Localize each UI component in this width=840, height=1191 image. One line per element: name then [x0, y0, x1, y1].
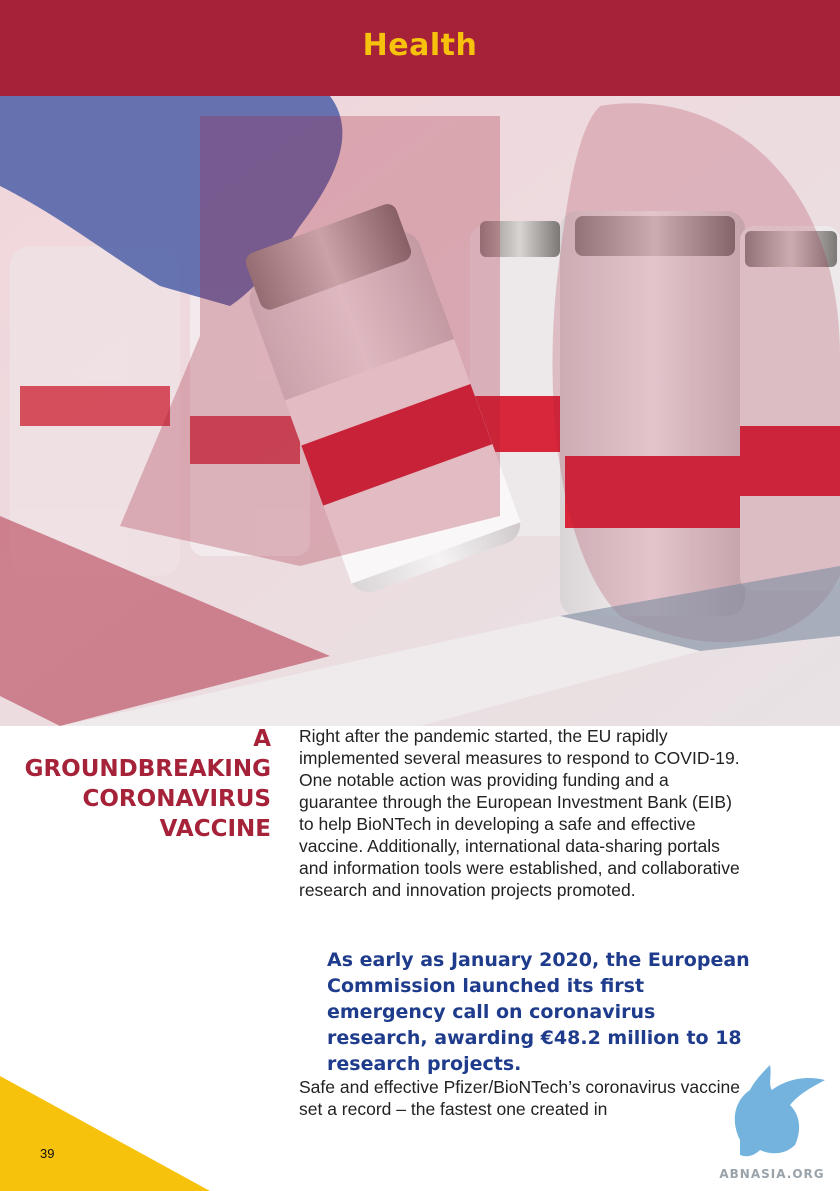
heading-line: GROUNDBREAKING [24, 756, 271, 782]
pull-quote: As early as January 2020, the European C… [327, 949, 750, 1075]
article-heading: A GROUNDBREAKING CORONAVIRUS VACCINE [10, 724, 271, 844]
page-header: Health [0, 0, 840, 96]
heading-line: CORONAVIRUS [82, 786, 272, 812]
section-title: Health [362, 27, 478, 63]
heading-line: A [253, 726, 271, 752]
second-paragraph: Safe and effective Pfizer/BioNTech’s cor… [299, 1077, 740, 1119]
heading-line: VACCINE [159, 816, 271, 842]
page-number: 39 [40, 1146, 55, 1161]
intro-paragraph: Right after the pandemic started, the EU… [299, 726, 740, 900]
hero-image [0, 96, 840, 726]
griffin-icon [734, 1065, 825, 1157]
corner-triangle [0, 1076, 210, 1191]
watermark-logo: ABNASIA.ORG [719, 1065, 825, 1181]
watermark-text: ABNASIA.ORG [719, 1167, 824, 1181]
